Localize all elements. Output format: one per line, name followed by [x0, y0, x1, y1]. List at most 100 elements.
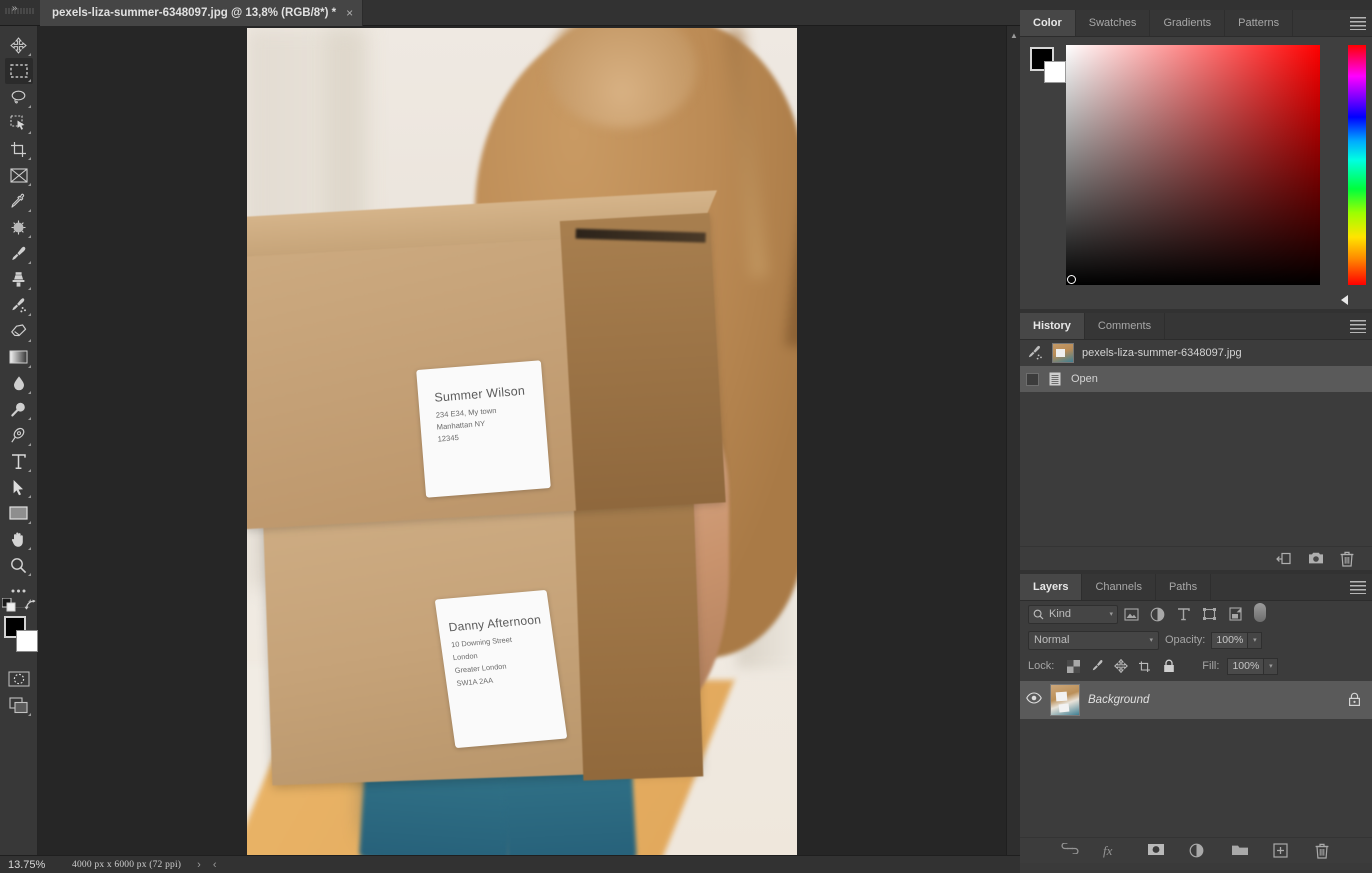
eraser-tool[interactable]	[5, 318, 33, 344]
background-color-swatch[interactable]	[15, 630, 38, 652]
screen-mode-icon[interactable]	[5, 692, 33, 718]
history-brush-toggle[interactable]	[1026, 372, 1039, 386]
color-spectrum-field[interactable]	[1066, 45, 1320, 285]
status-prev-icon[interactable]: ‹	[207, 859, 223, 871]
tab-swatches[interactable]: Swatches	[1076, 10, 1151, 36]
layer-row-background[interactable]: Background	[1020, 681, 1372, 719]
color-panel-tabs: Color Swatches Gradients Patterns	[1020, 10, 1372, 37]
lock-transparent-pixels-icon[interactable]	[1062, 656, 1084, 676]
lock-all-icon[interactable]	[1158, 656, 1180, 676]
status-next-icon[interactable]: ›	[191, 859, 207, 871]
filter-shape-layers-icon[interactable]	[1196, 603, 1222, 625]
tab-channels[interactable]: Channels	[1082, 574, 1156, 600]
layer-list: Background	[1020, 679, 1372, 837]
frame-tool[interactable]	[5, 162, 33, 188]
tab-history[interactable]: History	[1020, 313, 1085, 339]
layer-mask-icon[interactable]	[1147, 843, 1164, 859]
layer-filter-toggle[interactable]	[1254, 602, 1266, 622]
history-snapshot-label: pexels-liza-summer-6348097.jpg	[1082, 347, 1242, 359]
delete-layer-icon[interactable]	[1315, 843, 1331, 859]
fill-dropdown-icon[interactable]: ▾	[1264, 657, 1279, 675]
history-snapshot-row[interactable]: pexels-liza-summer-6348097.jpg	[1020, 340, 1372, 366]
opacity-dropdown-icon[interactable]: ▾	[1248, 631, 1263, 649]
history-state-row[interactable]: Open	[1020, 366, 1372, 392]
blend-mode-value: Normal	[1034, 634, 1070, 646]
tab-gradients[interactable]: Gradients	[1150, 10, 1226, 36]
layer-style-fx-icon[interactable]: fx	[1103, 843, 1121, 859]
camera-icon[interactable]	[1308, 551, 1324, 567]
document-tab[interactable]: pexels-liza-summer-6348097.jpg @ 13,8% (…	[40, 0, 364, 26]
new-layer-icon[interactable]	[1273, 842, 1289, 859]
hand-tool[interactable]	[5, 526, 33, 552]
color-panel-menu-icon[interactable]	[1350, 17, 1366, 30]
fill-value[interactable]: 100%	[1227, 657, 1265, 675]
layer-thumbnail[interactable]	[1050, 684, 1080, 716]
gradient-tool[interactable]	[5, 344, 33, 370]
brush-tool[interactable]	[5, 240, 33, 266]
history-panel-footer	[1020, 546, 1372, 570]
trash-icon[interactable]	[1340, 551, 1356, 567]
document-canvas-image[interactable]: Summer Wilson 234 E34, My town Manhattan…	[247, 28, 797, 855]
shipping-label-bottom: Danny Afternoon 10 Downing Street London…	[434, 589, 568, 749]
history-brush-tool[interactable]	[5, 292, 33, 318]
quick-selection-tool[interactable]	[5, 110, 33, 136]
tab-patterns[interactable]: Patterns	[1225, 10, 1294, 36]
new-group-icon[interactable]	[1231, 843, 1248, 859]
history-brush-source-icon[interactable]	[1026, 344, 1044, 362]
filter-pixel-layers-icon[interactable]	[1118, 603, 1144, 625]
type-tool[interactable]	[5, 448, 33, 474]
link-layers-icon[interactable]	[1061, 841, 1079, 859]
zoom-level-field[interactable]: 13.75%	[0, 859, 62, 871]
tab-comments[interactable]: Comments	[1085, 313, 1166, 339]
filter-adjustment-layers-icon[interactable]	[1144, 603, 1170, 625]
close-icon[interactable]: ×	[346, 7, 353, 19]
canvas-vertical-scrollbar[interactable]: ▲	[1006, 26, 1020, 855]
tab-paths[interactable]: Paths	[1156, 574, 1212, 600]
crop-tool[interactable]	[5, 136, 33, 162]
eye-icon[interactable]	[1026, 692, 1042, 708]
spot-healing-brush-tool[interactable]	[5, 214, 33, 240]
lasso-tool[interactable]	[5, 84, 33, 110]
blend-mode-select[interactable]: Normal ▾	[1028, 630, 1159, 650]
layer-filter-kind-select[interactable]: Kind ▾	[1028, 604, 1118, 624]
history-panel-menu-icon[interactable]	[1350, 320, 1366, 333]
blur-tool[interactable]	[5, 370, 33, 396]
lock-position-icon[interactable]	[1110, 656, 1132, 676]
chevron-down-icon[interactable]: ▾	[1109, 610, 1113, 618]
chevron-down-icon[interactable]: ▾	[1149, 636, 1153, 644]
rectangle-tool[interactable]	[5, 500, 33, 526]
new-document-from-state-icon[interactable]	[1276, 551, 1292, 567]
opacity-value[interactable]: 100%	[1211, 631, 1249, 649]
shipping-label-top-name: Summer Wilson	[433, 383, 526, 405]
filter-smart-objects-icon[interactable]	[1222, 603, 1248, 625]
pen-tool[interactable]	[5, 422, 33, 448]
layer-name-label[interactable]: Background	[1088, 694, 1149, 706]
tab-layers[interactable]: Layers	[1020, 574, 1083, 600]
lock-artboard-nesting-icon[interactable]	[1134, 656, 1156, 676]
toolbar-color-swatches	[1, 597, 38, 658]
opacity-field-group[interactable]: 100% ▾	[1211, 631, 1263, 649]
adjustment-layer-icon[interactable]	[1189, 843, 1205, 859]
path-selection-tool[interactable]	[5, 474, 33, 500]
toolbar-drag-handle[interactable]	[4, 6, 34, 16]
dodge-tool[interactable]	[5, 396, 33, 422]
history-panel: History Comments pexels-liza-summer-6348…	[1020, 313, 1372, 570]
move-tool[interactable]	[5, 32, 33, 58]
default-colors-icon[interactable]	[1, 597, 16, 612]
layers-panel-menu-icon[interactable]	[1350, 581, 1366, 594]
rectangular-marquee-tool[interactable]	[4, 58, 33, 84]
scroll-up-icon[interactable]: ▲	[1007, 28, 1021, 42]
canvas-area[interactable]: Summer Wilson 234 E34, My town Manhattan…	[38, 26, 1020, 873]
filter-type-layers-icon[interactable]	[1170, 603, 1196, 625]
quick-mask-icon[interactable]	[5, 666, 33, 692]
fill-field-group[interactable]: 100% ▾	[1227, 657, 1279, 675]
zoom-tool[interactable]	[5, 552, 33, 578]
color-background-swatch[interactable]	[1044, 61, 1066, 83]
eyedropper-tool[interactable]	[5, 188, 33, 214]
history-panel-tabs: History Comments	[1020, 313, 1372, 340]
lock-image-pixels-icon[interactable]	[1086, 656, 1108, 676]
clone-stamp-tool[interactable]	[5, 266, 33, 292]
tab-color[interactable]: Color	[1020, 10, 1076, 36]
hue-slider[interactable]	[1348, 45, 1366, 285]
swap-colors-icon[interactable]	[24, 598, 38, 612]
